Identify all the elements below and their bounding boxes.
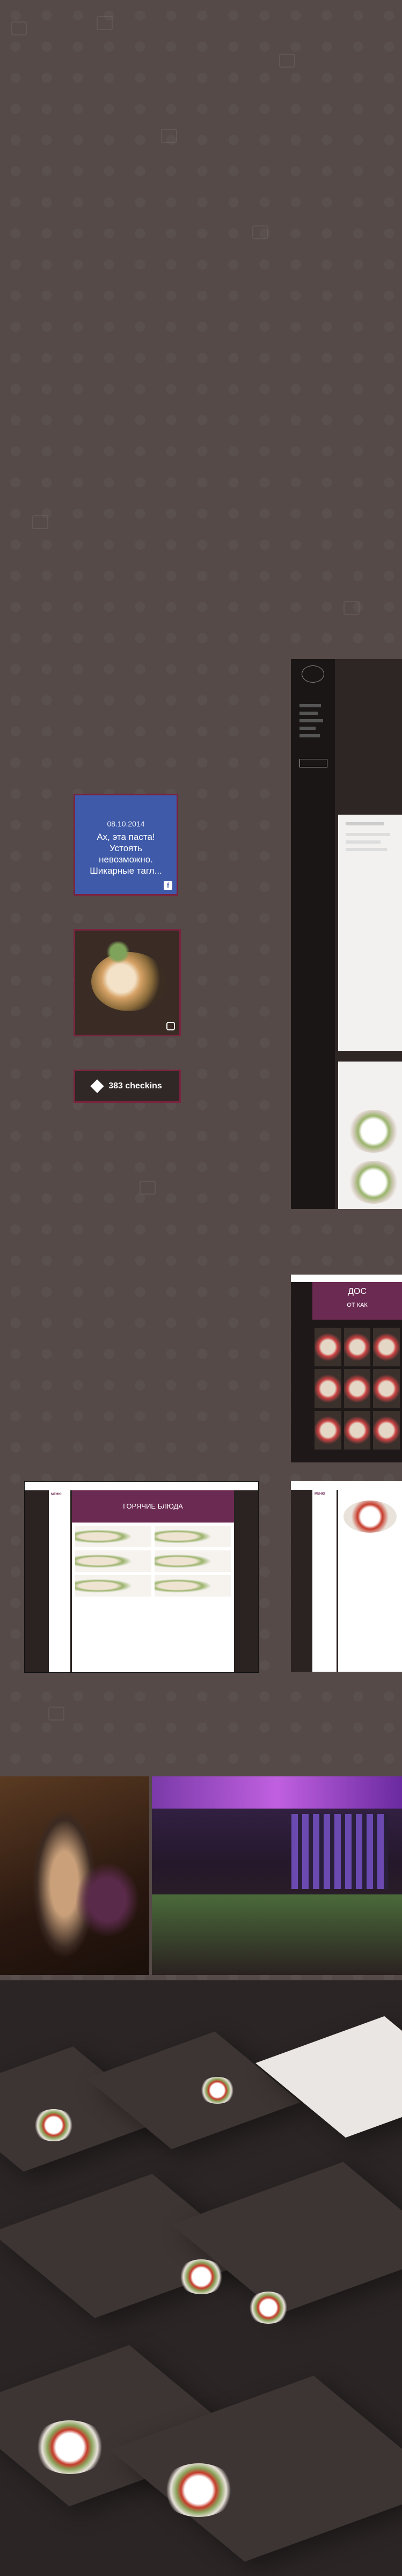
dish-tile: [315, 1410, 341, 1450]
instagram-icon: [279, 54, 295, 68]
dish-photo: [347, 1161, 400, 1204]
site-mockup-menu-2: МЕНЮ: [291, 1481, 402, 1672]
menu-title: МЕНЮ: [51, 1493, 62, 1496]
dish-tile: [373, 1369, 400, 1408]
instagram-icon: [48, 1707, 64, 1721]
dish-tile: [343, 1328, 371, 1367]
hero-line-1: ДОС: [348, 1287, 367, 1296]
facebook-post-card[interactable]: 08.10.2014 Ах, эта паста! Устоять невозм…: [74, 794, 178, 896]
menu-band-title: ГОРЯЧИЕ БЛЮДА: [72, 1490, 234, 1523]
mockup-sidebar: [291, 659, 335, 1209]
dish-tile: [343, 1410, 371, 1450]
menu-item: [155, 1550, 231, 1572]
mockup-topbar: [25, 1482, 258, 1490]
checkins-label: 383 checkins: [108, 1081, 162, 1091]
hero-line-2: ОТ КАК: [347, 1302, 368, 1308]
facebook-icon: f: [164, 881, 172, 890]
mockup-topbar: [291, 1275, 402, 1282]
facebook-icon: [140, 1181, 156, 1195]
dish-photo: [347, 1110, 400, 1153]
instagram-icon: [166, 1022, 175, 1030]
menu-item: [155, 1575, 231, 1597]
post-date: 08.10.2014: [107, 819, 145, 828]
facebook-icon: [32, 515, 48, 529]
mockup-content-box: [338, 815, 402, 1051]
restaurant-photo-interior: [152, 1776, 402, 1975]
menu-nav: МЕНЮ: [49, 1490, 70, 1672]
facebook-icon: [161, 129, 177, 143]
instagram-icon: [11, 21, 27, 35]
menu-item: [75, 1575, 151, 1597]
facebook-icon: [97, 16, 113, 30]
dish-photo: [177, 2259, 225, 2294]
dish-tile: [373, 1328, 400, 1367]
restaurant-photo-guests: [0, 1776, 149, 1975]
post-text: Ах, эта паста! Устоять невозможно. Шикар…: [90, 832, 162, 876]
instagram-icon: [343, 601, 360, 615]
food-garnish: [102, 941, 134, 963]
food-photo: [91, 952, 166, 1011]
mockup-hero: ДОС ОТ КАК: [312, 1282, 402, 1320]
dish-photo: [199, 2077, 236, 2104]
mockup-button: [299, 759, 327, 767]
foursquare-icon: [90, 1079, 104, 1093]
isometric-mockups: [0, 1980, 402, 2576]
instagram-photo-card[interactable]: [74, 929, 181, 1036]
menu-nav: МЕНЮ: [312, 1490, 337, 1672]
logo: [302, 665, 324, 683]
dish-photo: [343, 1501, 397, 1533]
menu-items: [72, 1523, 234, 1600]
site-mockup-dark: [291, 659, 402, 1209]
menu-item: [155, 1526, 231, 1547]
mockup-screen: [255, 2016, 402, 2138]
site-mockup-purple: ДОС ОТ КАК: [291, 1275, 402, 1462]
site-mockup-menu: МЕНЮ ГОРЯЧИЕ БЛЮДА: [24, 1481, 259, 1673]
menu-content: [338, 1490, 402, 1672]
dish-photo: [32, 2109, 75, 2141]
dish-photo: [32, 2420, 107, 2474]
checkins-badge[interactable]: 383 checkins: [74, 1070, 181, 1103]
dish-photo: [247, 2292, 290, 2324]
mockup-nav: [299, 704, 335, 737]
menu-item: [75, 1526, 151, 1547]
dish-photo: [161, 2463, 236, 2517]
dish-tile: [373, 1410, 400, 1450]
dish-tile: [315, 1369, 341, 1408]
instagram-icon: [252, 225, 268, 239]
dish-tile: [315, 1328, 341, 1367]
mockup-topbar: [291, 1481, 402, 1490]
dish-tile: [343, 1369, 371, 1408]
dish-grid: [312, 1326, 402, 1452]
menu-item: [75, 1550, 151, 1572]
menu-content: ГОРЯЧИЕ БЛЮДА: [72, 1490, 234, 1672]
menu-title: МЕНЮ: [315, 1492, 325, 1496]
